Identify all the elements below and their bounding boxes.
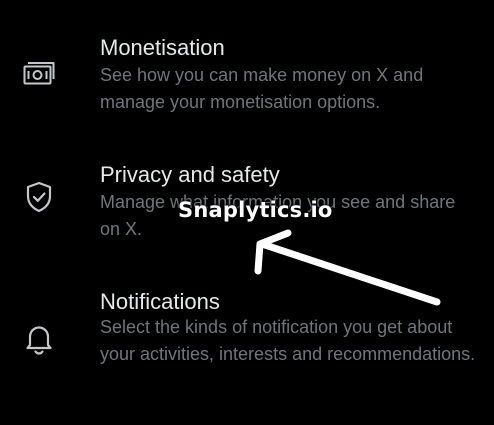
monetisation-description: See how you can make money on X and mana… xyxy=(100,65,424,112)
watermark: Snaplytics.io xyxy=(178,198,333,222)
settings-item-monetisation[interactable]: Monetisation See how you can make money … xyxy=(0,30,494,120)
notifications-description: Select the kinds of notification you get… xyxy=(100,317,476,364)
notifications-title: Notifications xyxy=(100,289,220,314)
settings-item-notifications[interactable]: Notifications Select the kinds of notifi… xyxy=(0,284,494,399)
monetisation-title: Monetisation xyxy=(100,35,225,60)
money-icon xyxy=(22,56,56,90)
bell-icon xyxy=(22,322,56,356)
shield-check-icon xyxy=(22,180,56,214)
privacy-and-safety-title: Privacy and safety xyxy=(100,162,280,187)
